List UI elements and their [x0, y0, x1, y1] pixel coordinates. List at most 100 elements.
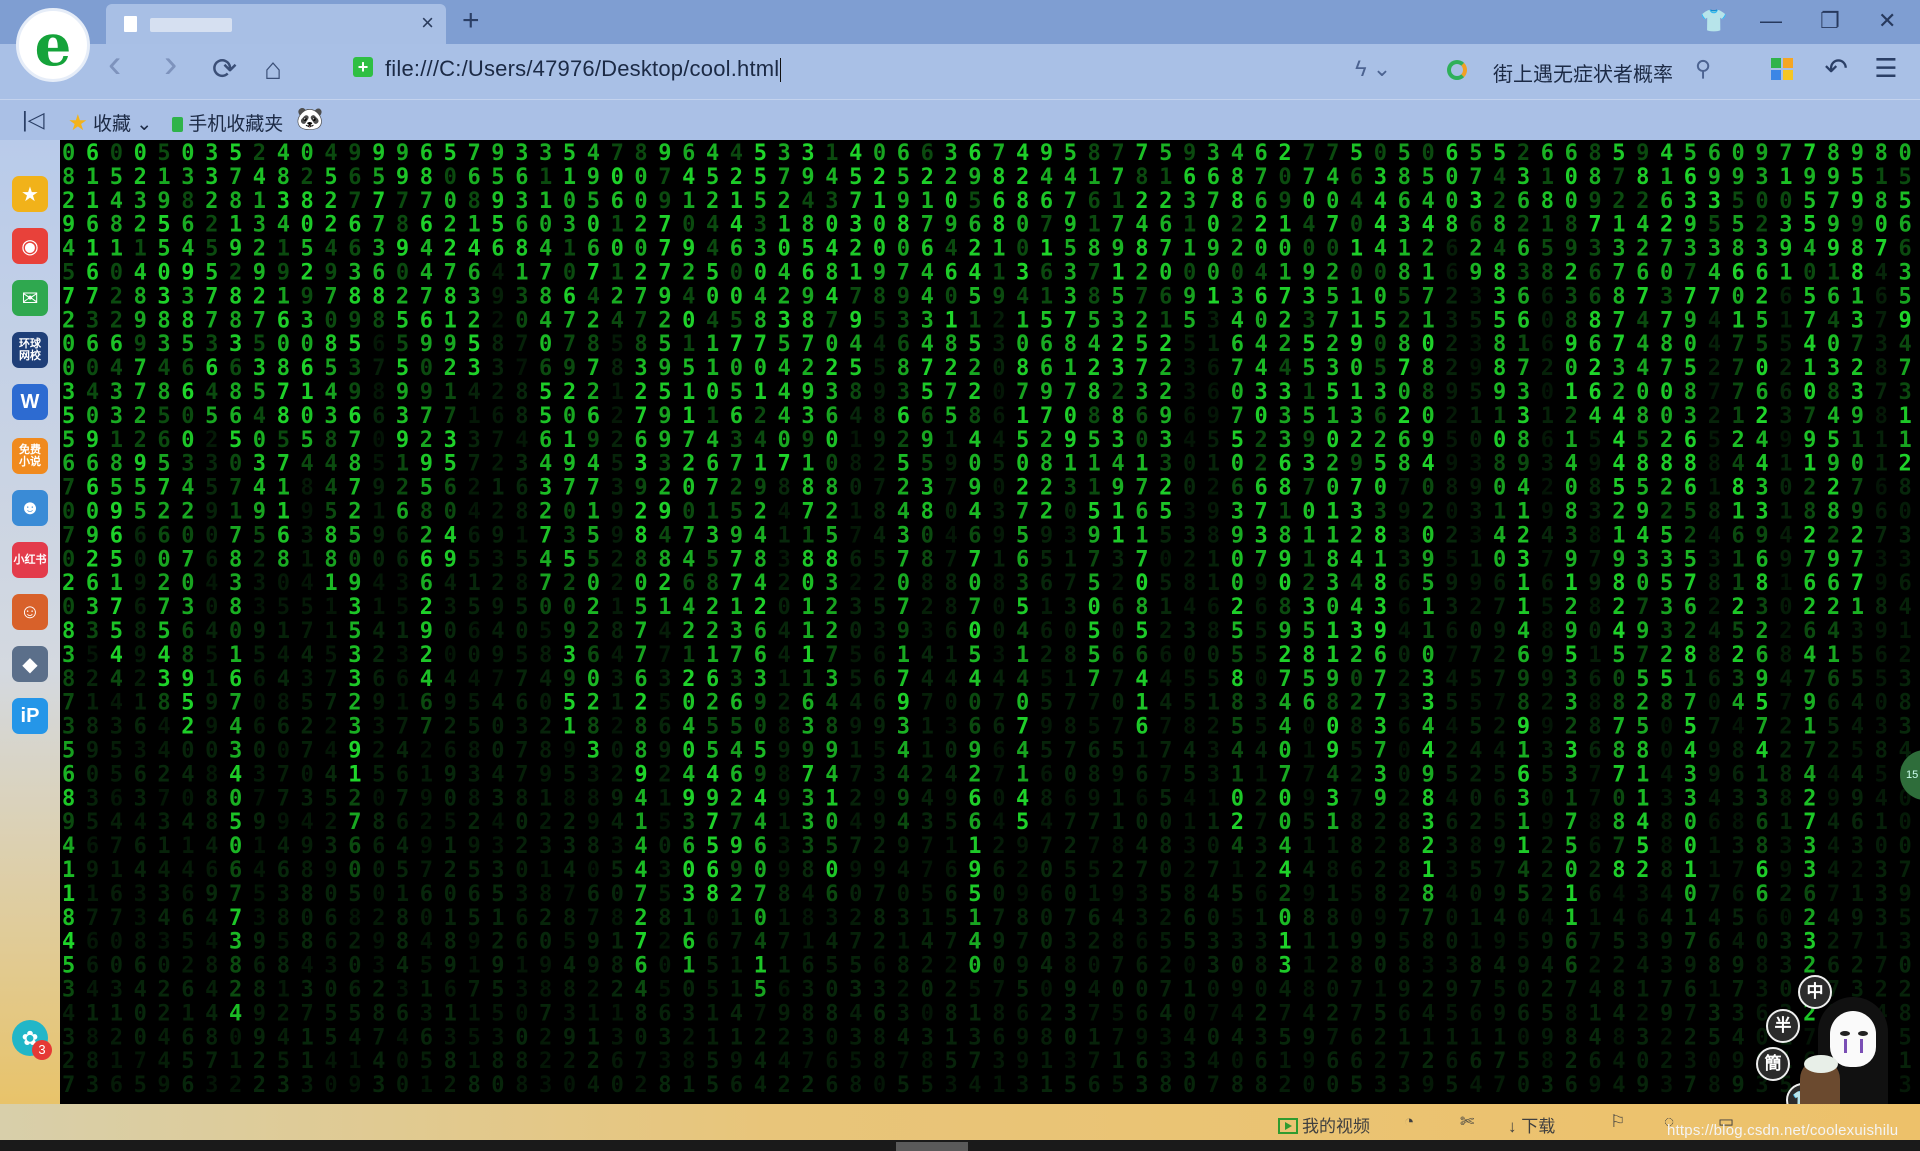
matrix-digit: 4: [1231, 739, 1244, 764]
sidebar-game-hero-icon[interactable]: ☺: [12, 594, 48, 630]
home-icon[interactable]: ⌂: [264, 54, 282, 86]
mobile-favorites[interactable]: 手机收藏夹: [172, 109, 283, 136]
tab-close-icon[interactable]: ×: [421, 11, 434, 35]
matrix-digit: 6: [348, 213, 361, 238]
matrix-digit: 5: [1851, 667, 1864, 692]
apps-grid-icon[interactable]: [1770, 57, 1798, 81]
search-box[interactable]: 街上遇无症状者概率 ⚲: [1445, 54, 1725, 88]
sidebar-word-icon[interactable]: W: [12, 384, 48, 420]
matrix-digit: 5: [1445, 1073, 1458, 1098]
bolt-icon[interactable]: ϟ ⌄: [1355, 56, 1391, 82]
matrix-digit: 6: [1588, 284, 1601, 309]
matrix-digit: 6: [1517, 762, 1530, 787]
matrix-digit: 6: [348, 404, 361, 429]
restore-button[interactable]: ❐: [1820, 6, 1840, 36]
matrix-digit: 8: [849, 1073, 862, 1098]
sidebar-weibo-icon[interactable]: ◉: [12, 228, 48, 264]
matrix-digit: 4: [1135, 213, 1148, 238]
matrix-digit: 4: [1803, 237, 1816, 262]
matrix-digit: 6: [468, 165, 481, 190]
reload-icon[interactable]: ⟳: [212, 54, 237, 86]
matrix-digit: 1: [1732, 404, 1745, 429]
minimize-button[interactable]: —: [1760, 6, 1782, 36]
matrix-digit: 9: [1541, 667, 1554, 692]
browser-tab[interactable]: ×: [106, 4, 446, 44]
matrix-digit: 9: [634, 476, 647, 501]
matrix-digit: 2: [1159, 954, 1172, 979]
speed-icon[interactable]: ◔: [1404, 1112, 1414, 1132]
tools-icon[interactable]: ✄: [1460, 1112, 1474, 1132]
matrix-digit: 8: [1636, 404, 1649, 429]
ime-simplified-button[interactable]: 簡: [1756, 1047, 1790, 1081]
download-button[interactable]: ↓ 下载: [1508, 1112, 1555, 1137]
back-icon[interactable]: ‹: [108, 44, 121, 84]
matrix-digit: 3: [945, 141, 958, 166]
search-icon[interactable]: ⚲: [1695, 56, 1711, 82]
matrix-digit: 3: [730, 667, 743, 692]
scroll-knob[interactable]: [896, 1142, 968, 1151]
matrix-digit: 8: [157, 380, 170, 405]
ime-halfwidth-button[interactable]: 半: [1766, 1009, 1800, 1043]
matrix-digit: 3: [1684, 404, 1697, 429]
matrix-digit: 7: [1135, 284, 1148, 309]
sidebar-collapse-icon[interactable]: |◁: [22, 107, 45, 133]
matrix-digit: 3: [1755, 237, 1768, 262]
matrix-digit: 3: [229, 571, 242, 596]
sidebar-global-times-icon[interactable]: 环球 网校: [12, 332, 48, 368]
matrix-digit: 8: [515, 380, 528, 405]
sidebar-game-cat-icon[interactable]: ☻: [12, 490, 48, 526]
matrix-digit: 9: [1302, 786, 1315, 811]
matrix-digit: 2: [682, 452, 695, 477]
ime-mascot-no-face-icon[interactable]: [1800, 975, 1905, 1110]
menu-icon[interactable]: ☰: [1874, 53, 1897, 84]
matrix-digit: 8: [1636, 165, 1649, 190]
matrix-digit: 0: [1493, 428, 1506, 453]
matrix-digit: 7: [1827, 189, 1840, 214]
sidebar-pubg-icon[interactable]: ◆: [12, 646, 48, 682]
matrix-digit: 0: [682, 739, 695, 764]
search-hot-topic[interactable]: 街上遇无症状者概率: [1493, 58, 1673, 87]
matrix-digit: 7: [1350, 1001, 1363, 1026]
address-input[interactable]: file:///C:/Users/47976/Desktop/cool.html: [385, 56, 782, 83]
matrix-digit: 9: [253, 810, 266, 835]
undo-icon[interactable]: ↶: [1824, 52, 1847, 85]
matrix-digit: 0: [1899, 834, 1912, 859]
matrix-digit: 0: [1779, 978, 1792, 1003]
matrix-digit: 0: [754, 261, 767, 286]
matrix-digit: 6: [730, 691, 743, 716]
matrix-digit: 6: [897, 141, 910, 166]
sidebar-favorites-icon[interactable]: ★: [12, 176, 48, 212]
matrix-digit: 9: [1541, 930, 1554, 955]
matrix-digit: 0: [1040, 906, 1053, 931]
sidebar-mail-icon[interactable]: ✉: [12, 280, 48, 316]
matrix-digit: 4: [1588, 404, 1601, 429]
sidebar-ip-app-icon[interactable]: iP: [12, 698, 48, 734]
matrix-digit: 9: [1779, 428, 1792, 453]
search-engine-icon[interactable]: [1447, 60, 1467, 80]
matrix-digit: 2: [1445, 739, 1458, 764]
matrix-digit: 7: [229, 691, 242, 716]
sidebar-xiaohongshu-icon[interactable]: 小红书: [12, 542, 48, 578]
skin-icon[interactable]: 👕: [1700, 6, 1727, 36]
address-bar[interactable]: + file:///C:/Users/47976/Desktop/cool.ht…: [345, 52, 1385, 90]
matrix-digit: 9: [134, 332, 147, 357]
new-tab-button[interactable]: +: [462, 6, 480, 36]
forward-icon[interactable]: ›: [164, 44, 177, 84]
matrix-digit: 5: [324, 500, 337, 525]
my-video-button[interactable]: 我的视频: [1278, 1112, 1370, 1137]
matrix-digit: 3: [1660, 284, 1673, 309]
matrix-digit: 6: [134, 715, 147, 740]
favorites-menu[interactable]: ★ 收藏 ⌄: [68, 109, 152, 136]
matrix-digit: 3: [181, 165, 194, 190]
flag-icon[interactable]: ⚐: [1610, 1112, 1625, 1132]
matrix-digit: 8: [372, 284, 385, 309]
panda-icon[interactable]: 🐼: [296, 106, 323, 132]
matrix-digit: 8: [277, 954, 290, 979]
matrix-digit: 6: [1255, 595, 1268, 620]
close-window-button[interactable]: ✕: [1878, 6, 1896, 36]
matrix-digit: 2: [634, 906, 647, 931]
matrix-digit: 3: [1517, 165, 1530, 190]
matrix-digit: 7: [229, 882, 242, 907]
sidebar-free-novel-icon[interactable]: 免费 小说: [12, 438, 48, 474]
matrix-digit: 5: [1803, 189, 1816, 214]
